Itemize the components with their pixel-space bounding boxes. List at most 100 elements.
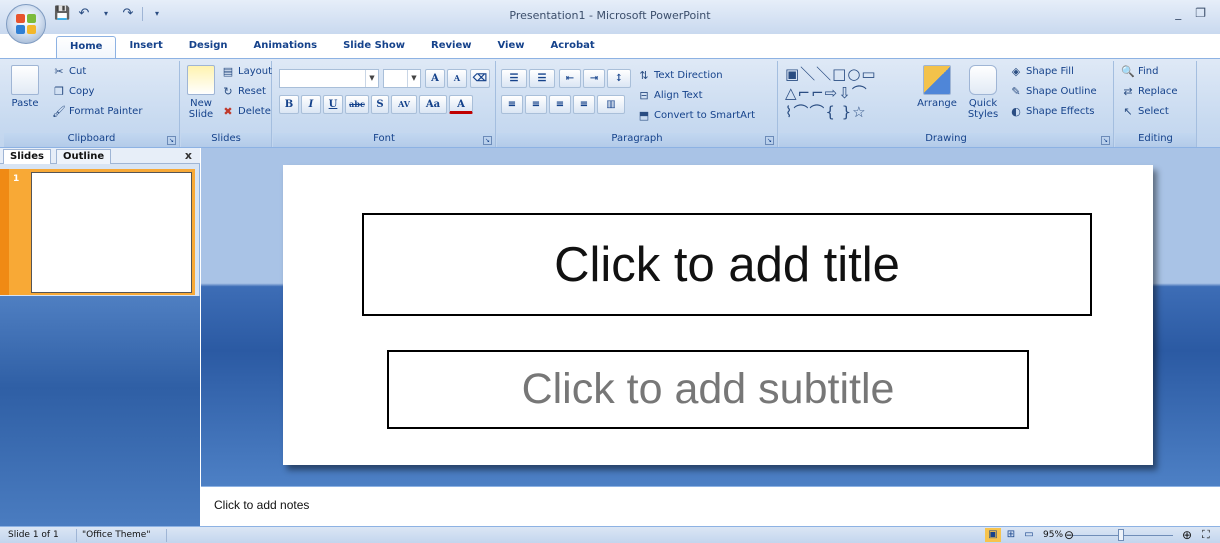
panel-background [0,296,200,526]
align-left-button[interactable]: ≡ [501,95,523,114]
tab-acrobat[interactable]: Acrobat [538,36,608,58]
change-case-button[interactable]: Aa [419,95,447,114]
thumbnail-selection-bar [0,169,9,295]
format-painter-label: Format Painter [69,106,143,117]
bullets-button[interactable]: ☰ [501,69,527,88]
shrink-font-button[interactable]: A [447,69,467,88]
quick-styles-label: Quick Styles [967,98,999,120]
center-button[interactable]: ≡ [525,95,547,114]
binoculars-icon: 🔍 [1121,65,1135,78]
shape-fill-label: Shape Fill [1026,66,1074,77]
shape-outline-label: Shape Outline [1026,86,1097,97]
tab-animations[interactable]: Animations [241,36,331,58]
drawing-group-label: Drawing [779,133,1113,147]
delete-slide-button[interactable]: ✖ Delete [221,105,271,118]
decrease-indent-button[interactable]: ⇤ [559,69,581,88]
tab-view[interactable]: View [484,36,537,58]
slides-panel: Slides Outline x 1 [0,148,200,526]
columns-button[interactable]: ▥ [597,95,625,114]
copy-button[interactable]: ❐ Copy [52,85,94,98]
reset-button[interactable]: ↻ Reset [221,85,266,98]
quick-styles-button[interactable]: Quick Styles [961,65,1005,120]
increase-indent-button[interactable]: ⇥ [583,69,605,88]
new-slide-button[interactable]: New Slide [183,65,219,120]
strikethrough-button[interactable]: abc [345,95,369,114]
font-size-combo[interactable]: ▼ [383,69,421,88]
paragraph-launcher-icon[interactable]: ↘ [765,136,774,145]
bold-button[interactable]: B [279,95,299,114]
slide-show-icon[interactable]: ▭ [1021,528,1037,542]
replace-button[interactable]: ⇄ Replace [1121,85,1177,98]
zoom-level[interactable]: 95% [1043,530,1063,540]
arrange-label: Arrange [917,98,957,109]
cursor-arrow-icon: ↖ [1123,105,1133,118]
delete-label: Delete [238,106,271,117]
grow-font-button[interactable]: A [425,69,445,88]
paste-label: Paste [11,98,39,109]
clear-formatting-button[interactable]: ⌫ [470,69,490,88]
layout-label: Layout [238,66,272,77]
find-button[interactable]: 🔍 Find [1121,65,1158,78]
slide-thumbnail-1[interactable] [31,172,192,293]
shape-effects-button[interactable]: ◐ Shape Effects [1009,105,1094,118]
zoom-in-icon[interactable]: ⊕ [1182,528,1192,542]
select-button[interactable]: ↖ Select [1121,105,1168,118]
notes-placeholder: Click to add notes [214,498,310,512]
line-spacing-button[interactable]: ↕ [607,69,631,88]
underline-button[interactable]: U [323,95,343,114]
close-panel-button[interactable]: x [185,149,192,162]
font-color-button[interactable]: A [449,95,473,114]
minimize-button[interactable]: _ [1175,6,1181,20]
layout-button[interactable]: ▤ Layout [221,65,272,78]
font-launcher-icon[interactable]: ↘ [483,136,492,145]
subtitle-placeholder[interactable]: Click to add subtitle [387,350,1029,429]
text-direction-button[interactable]: ⇅ Text Direction [637,69,722,82]
cut-button[interactable]: ✂ Cut [52,65,86,78]
tab-design[interactable]: Design [176,36,241,58]
scissors-icon: ✂ [54,65,64,78]
tab-insert[interactable]: Insert [116,36,175,58]
tab-slide-show[interactable]: Slide Show [330,36,418,58]
title-placeholder[interactable]: Click to add title [362,213,1092,316]
numbering-button[interactable]: ☰ [529,69,555,88]
office-button[interactable] [6,4,46,44]
tab-slides[interactable]: Slides [3,149,51,164]
editing-group: 🔍 Find ⇄ Replace ↖ Select Editing [1115,61,1197,147]
slide-canvas[interactable]: Click to add title Click to add subtitle [283,165,1153,465]
theme-name[interactable]: "Office Theme" [82,530,150,540]
normal-view-icon[interactable]: ▣ [985,528,1001,542]
character-spacing-button[interactable]: AV [391,95,417,114]
font-name-combo[interactable]: ▼ [279,69,379,88]
text-direction-icon: ⇅ [639,69,649,82]
tab-outline[interactable]: Outline [56,149,112,164]
drawing-launcher-icon[interactable]: ↘ [1101,136,1110,145]
replace-icon: ⇄ [1123,85,1133,98]
clipboard-launcher-icon[interactable]: ↘ [167,136,176,145]
editing-group-label: Editing [1115,133,1196,147]
chevron-down-icon: ▼ [365,70,378,87]
delete-icon: ✖ [223,105,233,118]
shapes-gallery[interactable]: ▣＼＼□○▭ △⌐⌐⇨⇩⌒ ⌇⌒⌒{ }☆ [785,65,915,123]
align-right-button[interactable]: ≡ [549,95,571,114]
shape-outline-button[interactable]: ✎ Shape Outline [1009,85,1097,98]
text-shadow-button[interactable]: S [371,95,389,114]
format-painter-button[interactable]: 🖌 Format Painter [52,105,142,118]
tab-review[interactable]: Review [418,36,484,58]
reset-label: Reset [238,86,266,97]
restore-button[interactable]: ❐ [1195,6,1206,20]
notes-pane[interactable]: Click to add notes [201,486,1220,526]
convert-smartart-button[interactable]: ⬒ Convert to SmartArt [637,109,755,122]
slide-number: 1 [13,174,20,184]
justify-button[interactable]: ≡ [573,95,595,114]
reset-icon: ↻ [223,85,233,98]
shape-fill-button[interactable]: ◈ Shape Fill [1009,65,1074,78]
copy-label: Copy [69,86,95,97]
italic-button[interactable]: I [301,95,321,114]
arrange-button[interactable]: Arrange [917,65,957,109]
align-text-button[interactable]: ⊟ Align Text [637,89,702,102]
zoom-slider-thumb[interactable] [1118,529,1124,541]
paste-button[interactable]: Paste [8,65,42,109]
slide-sorter-icon[interactable]: ⊞ [1003,528,1019,542]
fit-slide-icon[interactable]: ⛶ [1202,528,1210,542]
tab-home[interactable]: Home [56,36,117,58]
